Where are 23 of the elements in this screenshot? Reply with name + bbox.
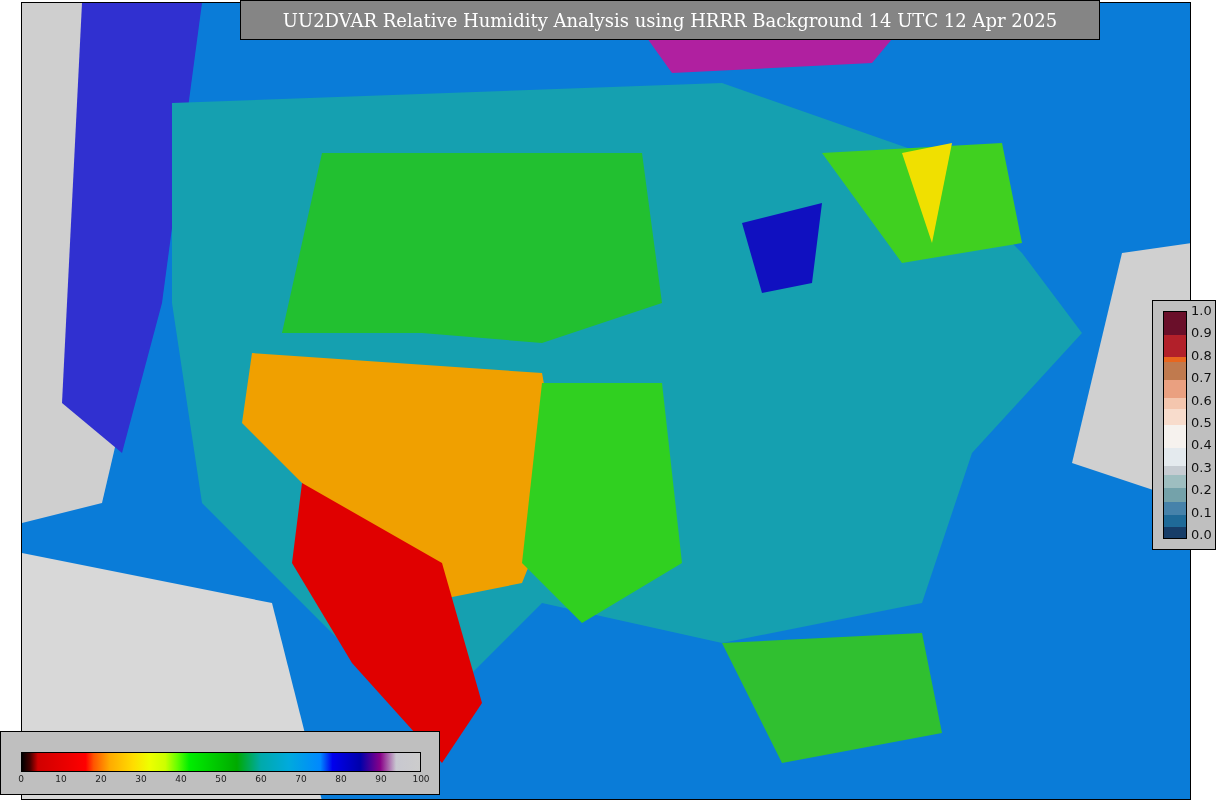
scale-label: 0.7 [1191,370,1212,387]
scale-label: 1.0 [1191,303,1212,319]
scale-label: 30 [135,774,147,784]
scale-label: 0.3 [1191,459,1212,476]
scale-label: 50 [215,774,227,784]
scale-label: 0.8 [1191,347,1212,364]
scale-label: 0 [18,774,24,784]
scale-label: 0.1 [1191,504,1212,521]
scale-label: 70 [295,774,307,784]
scale-label: 0.9 [1191,325,1212,342]
scale-label: 0.5 [1191,414,1212,431]
scale-label: 90 [375,774,387,784]
scale-label: 80 [335,774,347,784]
map-title: UU2DVAR Relative Humidity Analysis using HRRR Background 14 UTC 12 Apr 2025 [240,0,1100,40]
scale-label: 0.2 [1191,482,1212,499]
scale-label: 0.4 [1191,437,1212,454]
scale-label: 0.6 [1191,392,1212,409]
scale-label: 60 [255,774,267,784]
scale-label: 20 [95,774,107,784]
scale-label: 10 [55,774,67,784]
scale-label: 100 [412,774,430,784]
scale-label: 0.0 [1191,526,1212,543]
scale-label: 40 [175,774,187,784]
